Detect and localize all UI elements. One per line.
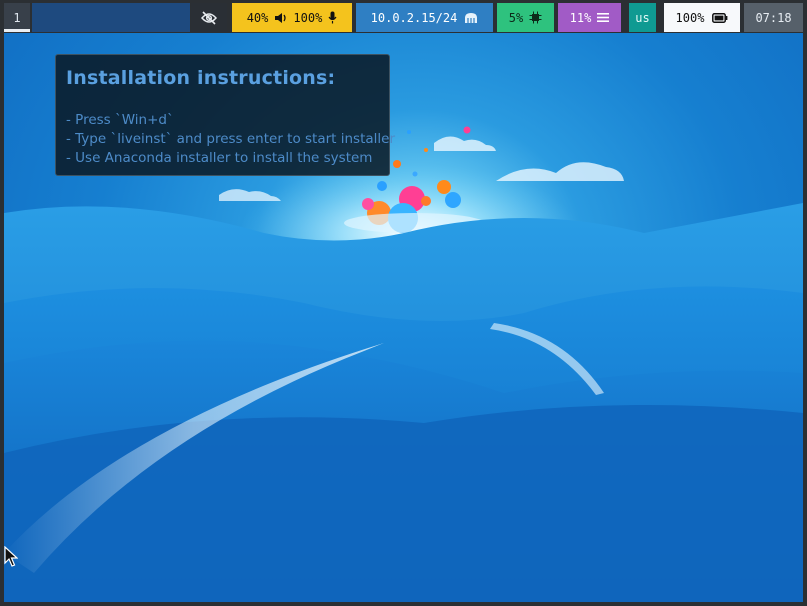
volume-value: 40% bbox=[246, 10, 269, 25]
cpu-usage: 5% bbox=[508, 10, 524, 25]
memory-module[interactable]: 11% bbox=[558, 3, 621, 32]
mouse-pointer-icon bbox=[4, 546, 18, 568]
installation-instructions-panel: Installation instructions: - Press `Win+… bbox=[55, 54, 395, 176]
instruction-line: - Use Anaconda installer to install the … bbox=[66, 150, 373, 166]
instructions-title: Installation instructions: bbox=[66, 67, 336, 89]
memory-usage: 11% bbox=[569, 10, 592, 25]
cpu-module[interactable]: 5% bbox=[497, 3, 554, 32]
keyboard-layout: us bbox=[635, 10, 650, 25]
battery-level: 100% bbox=[675, 10, 705, 25]
network-module[interactable]: 10.0.2.15/24 bbox=[356, 3, 493, 32]
ethernet-icon bbox=[464, 12, 478, 24]
status-bar: 1 40% 100% 10.0.2.15/24 5% 11% us 100% 0… bbox=[0, 0, 807, 33]
instruction-line: - Press `Win+d` bbox=[66, 112, 174, 128]
keyboard-layout-indicator[interactable]: us bbox=[629, 3, 656, 32]
audio-module[interactable]: 40% 100% bbox=[232, 3, 352, 32]
workspace-active-indicator bbox=[4, 29, 30, 32]
window-title-area[interactable] bbox=[32, 3, 190, 32]
workspace-number: 1 bbox=[13, 10, 21, 25]
clock-time: 07:18 bbox=[755, 10, 792, 25]
mic-level-value: 100% bbox=[293, 10, 323, 25]
battery-module[interactable]: 100% bbox=[664, 3, 740, 32]
battery-icon bbox=[712, 12, 728, 23]
instructions-list: - Press `Win+d` - Type `liveinst` and pr… bbox=[66, 111, 395, 168]
memory-bars-icon bbox=[597, 12, 610, 23]
cpu-chip-icon bbox=[529, 11, 542, 24]
eye-slash-icon bbox=[201, 10, 217, 25]
workspace-button[interactable]: 1 bbox=[4, 3, 30, 32]
speaker-icon bbox=[274, 12, 287, 24]
clock[interactable]: 07:18 bbox=[744, 3, 803, 32]
microphone-icon bbox=[328, 11, 337, 24]
idle-inhibitor-button[interactable] bbox=[191, 3, 227, 32]
ip-address: 10.0.2.15/24 bbox=[370, 10, 458, 25]
instruction-line: - Type `liveinst` and press enter to sta… bbox=[66, 131, 396, 147]
